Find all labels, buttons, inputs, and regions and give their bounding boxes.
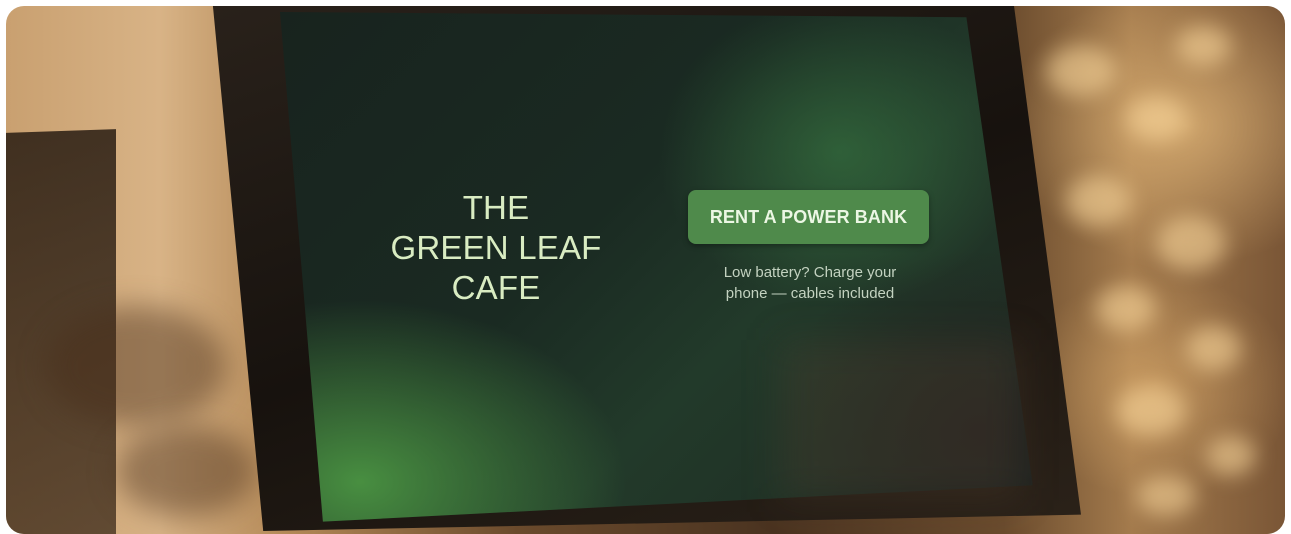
cafe-title-line: THE — [462, 189, 530, 226]
light-spot — [1186, 326, 1241, 371]
screen-glare — [780, 340, 1020, 500]
charge-info-line: Low battery? Charge your — [723, 264, 897, 281]
light-spot — [1136, 476, 1196, 516]
light-spot — [1126, 96, 1186, 141]
cafe-title-line: GREEN LEAF — [390, 229, 602, 266]
leaf-shadow — [46, 306, 226, 426]
light-spot — [1066, 176, 1131, 226]
light-spot — [1096, 286, 1156, 331]
light-spot — [1116, 386, 1186, 436]
cafe-title: THE GREEN LEAF CAFE — [372, 188, 620, 308]
light-spot — [1206, 436, 1256, 476]
rent-power-bank-button[interactable]: RENT A POWER BANK — [688, 190, 929, 244]
light-spot — [1046, 46, 1116, 96]
leaf-shadow — [116, 426, 256, 516]
light-spot — [1176, 26, 1231, 66]
light-spot — [1156, 216, 1226, 271]
charge-info-text: Low battery? Charge your phone — cables … — [690, 262, 930, 304]
cafe-title-line: CAFE — [451, 269, 541, 306]
charge-info-line: phone — cables included — [725, 285, 895, 302]
